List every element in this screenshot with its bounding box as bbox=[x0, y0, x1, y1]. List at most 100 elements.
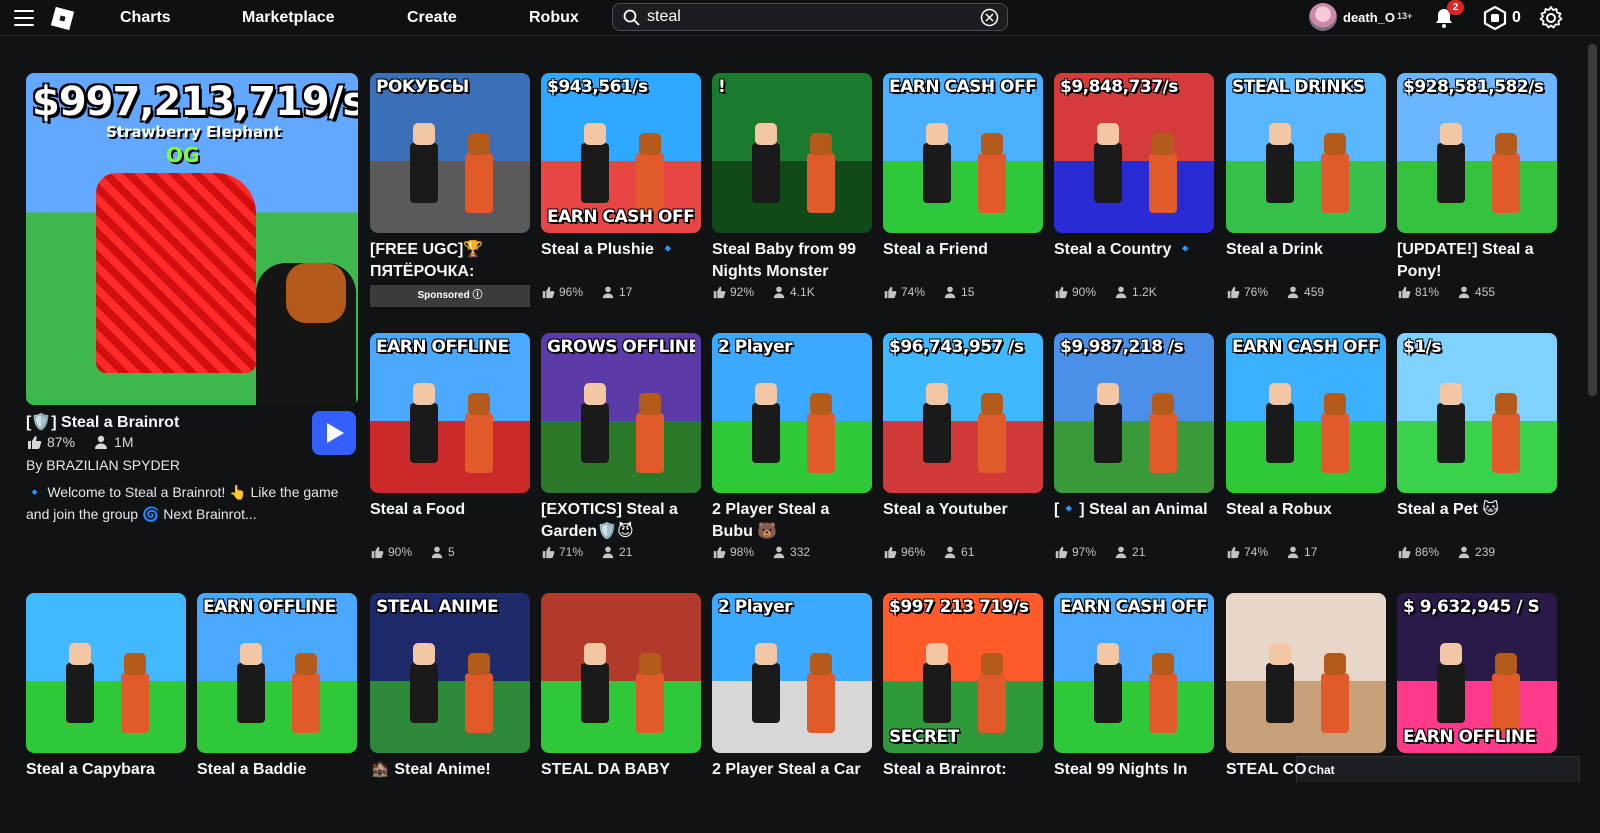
thumbnail-overlay-text: $96,743,957 /s bbox=[889, 337, 1024, 357]
nav-robux[interactable]: Robux bbox=[529, 9, 579, 27]
character-head-art bbox=[124, 653, 146, 675]
game-thumbnail[interactable]: $ 9,632,945 / S EARN OFFLINE bbox=[1397, 593, 1557, 753]
game-thumbnail[interactable]: EARN CASH OFFLINE bbox=[883, 73, 1043, 233]
game-thumbnail[interactable]: $9,848,737/s bbox=[1054, 73, 1214, 233]
game-title[interactable]: Steal a Pet 🐱 bbox=[1397, 499, 1557, 521]
game-thumbnail[interactable]: STEAL ANIME bbox=[370, 593, 530, 753]
nav-create[interactable]: Create bbox=[407, 9, 457, 27]
game-title[interactable]: Steal a Baddie bbox=[197, 759, 357, 781]
game-thumbnail[interactable]: $1/s bbox=[1397, 333, 1557, 493]
character-art bbox=[1321, 153, 1349, 213]
game-thumbnail[interactable]: GROWS OFFLINE! bbox=[541, 333, 701, 493]
game-title[interactable]: 2 Player Steal a Bubu 🐻 bbox=[712, 499, 872, 543]
game-card[interactable]: Steal a Capybara bbox=[26, 593, 186, 833]
game-card[interactable]: $9,987,218 /s [🔹] Steal an Animal 97% 21 bbox=[1054, 333, 1214, 573]
scrollbar[interactable] bbox=[1585, 36, 1600, 782]
game-card[interactable]: EARN CASH OFFLINE Steal a Friend 74% 15 bbox=[883, 73, 1043, 313]
game-card[interactable]: STEAL CO bbox=[1226, 593, 1386, 833]
game-card[interactable]: $997 213 719/s SECRET Steal a Brainrot: bbox=[883, 593, 1043, 833]
game-card[interactable]: STEAL ANIME 🏚️ Steal Anime! bbox=[370, 593, 530, 833]
game-thumbnail[interactable]: ! bbox=[712, 73, 872, 233]
featured-rating: 87% bbox=[47, 434, 76, 450]
game-card[interactable]: $96,743,957 /s Steal a Youtuber 96% 61 bbox=[883, 333, 1043, 573]
game-card[interactable]: $928,581,582/s [UPDATE!] Steal a Pony! 81%… bbox=[1397, 73, 1557, 313]
game-card[interactable]: EARN OFFLINE Steal a Baddie bbox=[197, 593, 357, 833]
game-title[interactable]: Steal a Drink bbox=[1226, 239, 1386, 261]
game-thumbnail[interactable] bbox=[541, 593, 701, 753]
settings-gear-icon[interactable] bbox=[1538, 5, 1564, 31]
game-thumbnail[interactable]: $96,743,957 /s bbox=[883, 333, 1043, 493]
avatar[interactable] bbox=[1309, 3, 1337, 31]
thumbnail-ground bbox=[541, 681, 701, 753]
game-thumbnail[interactable]: 2 Player bbox=[712, 333, 872, 493]
roblox-logo-icon[interactable] bbox=[49, 5, 76, 32]
game-title[interactable]: STEAL CO bbox=[1226, 759, 1386, 781]
game-thumbnail[interactable]: $997 213 719/s SECRET bbox=[883, 593, 1043, 753]
clear-search-icon[interactable] bbox=[980, 8, 999, 27]
game-thumbnail[interactable]: POKУБСЫ bbox=[370, 73, 530, 233]
play-button[interactable] bbox=[312, 411, 356, 455]
game-thumbnail[interactable]: EARN OFFLINE bbox=[197, 593, 357, 753]
game-title[interactable]: Steal a Food bbox=[370, 499, 530, 521]
game-card[interactable]: 2 Player 2 Player Steal a Bubu 🐻 98% 332 bbox=[712, 333, 872, 573]
featured-game-thumbnail[interactable]: $997,213,719/s Strawberry Elephant OG bbox=[26, 73, 358, 405]
game-title[interactable]: [EXOTICS] Steal a Garden🛡️😈 bbox=[541, 499, 701, 543]
game-title[interactable]: 🏚️ Steal Anime! bbox=[370, 759, 530, 781]
character-head-art bbox=[1152, 653, 1174, 675]
game-title[interactable]: Steal a Capybara bbox=[26, 759, 186, 781]
game-card[interactable]: $943,561/s EARN CASH OFFLINE Steal a Plush… bbox=[541, 73, 701, 313]
game-card[interactable]: GROWS OFFLINE! [EXOTICS] Steal a Garden🛡️… bbox=[541, 333, 701, 573]
robux-icon[interactable] bbox=[1483, 6, 1507, 30]
game-card[interactable]: $ 9,632,945 / S EARN OFFLINE bbox=[1397, 593, 1557, 833]
menu-icon[interactable] bbox=[14, 10, 34, 26]
game-card[interactable]: EARN CASH OFFLINE Steal 99 Nights In bbox=[1054, 593, 1214, 833]
game-thumbnail[interactable]: EARN OFFLINE bbox=[370, 333, 530, 493]
game-title[interactable]: Steal a Plushie 🔹 bbox=[541, 239, 701, 261]
game-title[interactable]: Steal a Youtuber bbox=[883, 499, 1043, 521]
game-card[interactable]: ! Steal Baby from 99 Nights Monster 92% 4.1… bbox=[712, 73, 872, 313]
game-title[interactable]: STEAL DA BABY bbox=[541, 759, 701, 781]
scrollbar-thumb[interactable] bbox=[1588, 44, 1597, 396]
game-thumbnail[interactable] bbox=[26, 593, 186, 753]
game-thumbnail[interactable]: $9,987,218 /s bbox=[1054, 333, 1214, 493]
player-count-icon bbox=[1458, 546, 1470, 559]
game-title[interactable]: Steal a Brainrot: bbox=[883, 759, 1043, 781]
game-card[interactable]: 2 Player 2 Player Steal a Car bbox=[712, 593, 872, 833]
game-card[interactable]: STEAL DRINKS Steal a Drink 76% 459 bbox=[1226, 73, 1386, 313]
game-title[interactable]: Steal a Friend bbox=[883, 239, 1043, 261]
game-card[interactable]: $9,848,737/s Steal a Country 🔹 90% 1.2K bbox=[1054, 73, 1214, 313]
game-thumbnail[interactable] bbox=[1226, 593, 1386, 753]
game-title[interactable]: Steal Baby from 99 Nights Monster bbox=[712, 239, 872, 283]
player-count-icon bbox=[1115, 546, 1127, 559]
game-title[interactable]: [🔹] Steal an Animal bbox=[1054, 499, 1214, 521]
game-card[interactable]: EARN OFFLINE Steal a Food 90% 5 bbox=[370, 333, 530, 573]
thumbs-up-icon bbox=[1227, 546, 1240, 559]
thumbnail-ground bbox=[370, 161, 530, 233]
game-card[interactable]: STEAL DA BABY bbox=[541, 593, 701, 833]
sponsored-badge[interactable]: Sponsored ⓘ bbox=[370, 285, 530, 307]
featured-creator[interactable]: By BRAZILIAN SPYDER bbox=[26, 457, 180, 473]
game-thumbnail[interactable]: $928,581,582/s bbox=[1397, 73, 1557, 233]
game-rating: 90% bbox=[388, 545, 413, 559]
featured-game-title[interactable]: [🛡️] Steal a Brainrot bbox=[26, 412, 179, 432]
nav-charts[interactable]: Charts bbox=[120, 9, 171, 27]
game-thumbnail[interactable]: EARN CASH OFFLINE bbox=[1054, 593, 1214, 753]
game-title[interactable]: [UPDATE!] Steal a Pony! bbox=[1397, 239, 1557, 283]
game-thumbnail[interactable]: $943,561/s EARN CASH OFFLINE bbox=[541, 73, 701, 233]
game-title[interactable]: Steal 99 Nights In bbox=[1054, 759, 1214, 781]
game-title[interactable]: [FREE UGC]🏆 ПЯТЁРОЧКА: bbox=[370, 239, 530, 283]
game-thumbnail[interactable]: STEAL DRINKS bbox=[1226, 73, 1386, 233]
character-head-art bbox=[413, 643, 435, 665]
game-card[interactable]: $1/s Steal a Pet 🐱 86% 239 bbox=[1397, 333, 1557, 573]
game-thumbnail[interactable]: EARN CASH OFFLINE bbox=[1226, 333, 1386, 493]
game-thumbnail[interactable]: 2 Player bbox=[712, 593, 872, 753]
search-input[interactable] bbox=[647, 7, 967, 27]
username[interactable]: death_O bbox=[1343, 10, 1395, 25]
game-card[interactable]: EARN CASH OFFLINE Steal a Robux 74% 17 bbox=[1226, 333, 1386, 573]
nav-marketplace[interactable]: Marketplace bbox=[242, 9, 335, 27]
game-title[interactable]: Steal a Robux bbox=[1226, 499, 1386, 521]
game-card[interactable]: POKУБСЫ [FREE UGC]🏆 ПЯТЁРОЧКА: Sponsored ⓘ bbox=[370, 73, 530, 313]
game-title[interactable]: 2 Player Steal a Car bbox=[712, 759, 872, 781]
game-title[interactable]: Steal a Country 🔹 bbox=[1054, 239, 1214, 261]
robux-balance[interactable]: 0 bbox=[1512, 9, 1521, 27]
